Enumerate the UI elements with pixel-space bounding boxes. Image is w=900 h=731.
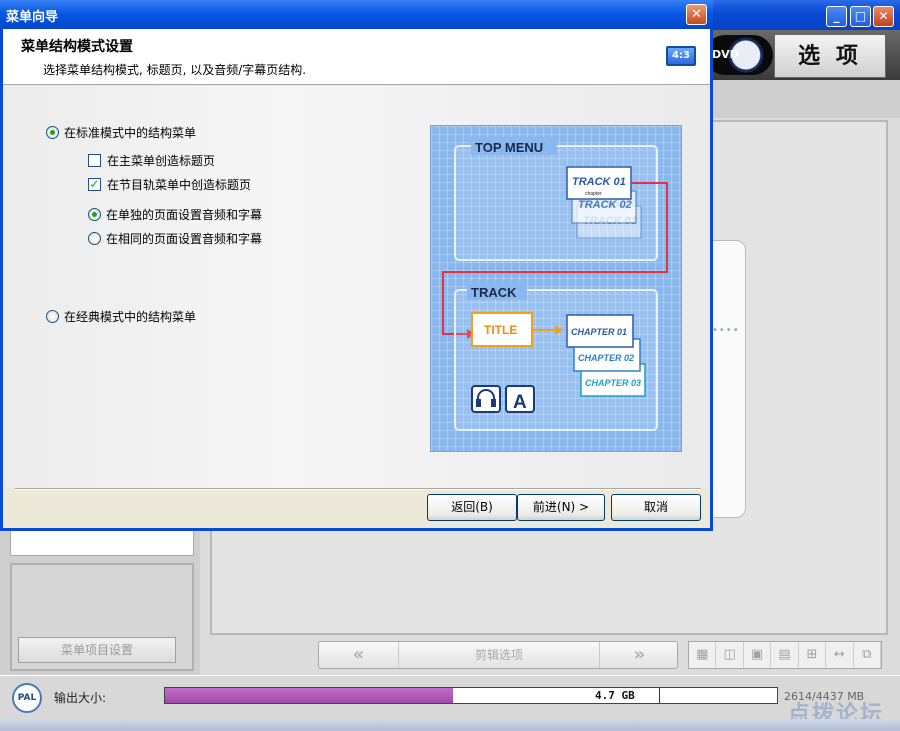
classic-mode-radio[interactable]: [46, 310, 59, 323]
create-title-main-checkbox[interactable]: [88, 154, 101, 167]
output-size-label: 输出大小:: [54, 691, 107, 705]
split-icon[interactable]: ◫: [716, 642, 744, 668]
stretch-icon[interactable]: ↔: [826, 642, 854, 668]
dialog-title: 菜单向导: [6, 10, 59, 25]
window-icon[interactable]: ⧉: [854, 642, 881, 668]
classic-mode-option[interactable]: 在经典模式中的结构菜单: [46, 308, 196, 325]
dialog-close-button[interactable]: ✕: [686, 4, 707, 25]
maximize-button[interactable]: □: [850, 6, 871, 27]
same-page-label: 在相同的页面设置音频和字幕: [106, 232, 263, 246]
standard-mode-radio[interactable]: [46, 126, 59, 139]
standard-mode-label: 在标准模式中的结构菜单: [64, 126, 197, 140]
top-menu-label: TOP MENU: [475, 140, 543, 155]
subtitle-icon: A: [505, 385, 535, 413]
fit-icon[interactable]: ▣: [744, 642, 772, 668]
svg-text:CHAPTER 02: CHAPTER 02: [578, 353, 634, 363]
minimize-button[interactable]: _: [826, 6, 847, 27]
svg-text:A: A: [513, 392, 527, 413]
dvd-label: DVD: [712, 48, 739, 61]
disc-capacity-label: 4.7 GB: [595, 689, 635, 702]
illustration-graphic: TOP MENU TRACK 03 TRACK 02 TRACK 01 chap…: [442, 137, 668, 431]
same-page-option[interactable]: 在相同的页面设置音频和字幕: [88, 230, 262, 247]
back-button[interactable]: 返回(B): [427, 494, 517, 521]
page-title: 菜单结构模式设置: [21, 39, 133, 55]
headphones-icon: [471, 385, 501, 413]
next-button[interactable]: 前进(N) >: [517, 494, 605, 521]
menu-wizard-dialog: 菜单向导 ✕ 菜单结构模式设置 选择菜单结构模式, 标题页, 以及音频/字幕页结…: [0, 0, 713, 531]
left-list-box[interactable]: [10, 528, 194, 556]
safe-area-icon[interactable]: ▤: [771, 642, 799, 668]
svg-text:CHAPTER 01: CHAPTER 01: [571, 327, 627, 337]
separate-page-option[interactable]: 在单独的页面设置音频和字幕: [88, 206, 262, 223]
create-title-track-checkbox[interactable]: ✓: [88, 178, 101, 191]
title-label: TITLE: [484, 323, 517, 337]
create-title-main-label: 在主菜单创造标题页: [107, 154, 216, 168]
edit-options-bar: « 剪辑选项 »: [318, 641, 678, 669]
grid-icon[interactable]: ▦: [689, 642, 717, 668]
layout-toolbar: ▦ ◫ ▣ ▤ ⊞ ↔ ⧉: [688, 641, 882, 669]
track-label: TRACK: [471, 285, 517, 300]
chapter-card-01: CHAPTER 01: [566, 314, 634, 348]
main-close-button[interactable]: ✕: [873, 6, 894, 27]
dialog-separator: [15, 488, 701, 490]
options-button[interactable]: 选 项: [774, 34, 886, 78]
menu-structure-illustration: TOP MENU TRACK 03 TRACK 02 TRACK 01 chap…: [430, 125, 682, 452]
cancel-button[interactable]: 取消: [611, 494, 701, 521]
pal-badge[interactable]: PAL: [12, 683, 42, 713]
dialog-header: 菜单结构模式设置 选择菜单结构模式, 标题页, 以及音频/字幕页结构. 4:3: [3, 29, 710, 85]
svg-text:TRACK 02: TRACK 02: [578, 199, 632, 211]
prev-arrow-icon[interactable]: «: [319, 642, 399, 668]
svg-text:chapter: chapter: [585, 191, 602, 197]
next-arrow-icon[interactable]: »: [599, 642, 679, 668]
cross-icon[interactable]: ⊞: [799, 642, 827, 668]
create-title-track-label: 在节目轨菜单中创造标题页: [107, 178, 252, 192]
edit-options-button[interactable]: 剪辑选项: [399, 642, 599, 668]
dialog-title-bar: 菜单向导 ✕: [0, 0, 713, 29]
capacity-bar-fill: [165, 688, 453, 703]
aspect-ratio-badge: 4:3: [666, 46, 696, 66]
taskbar-edge: [0, 719, 900, 731]
separate-page-radio[interactable]: [88, 208, 101, 221]
capacity-bar: 4.7 GB: [164, 687, 778, 704]
create-title-track-option[interactable]: ✓ 在节目轨菜单中创造标题页: [88, 176, 251, 193]
create-title-main-option[interactable]: 在主菜单创造标题页: [88, 152, 215, 169]
classic-mode-label: 在经典模式中的结构菜单: [64, 310, 197, 324]
track-card-01: TRACK 01 chapter: [566, 166, 632, 200]
separate-page-label: 在单独的页面设置音频和字幕: [106, 208, 263, 222]
same-page-radio[interactable]: [88, 232, 101, 245]
svg-text:TRACK 01: TRACK 01: [572, 176, 626, 188]
standard-mode-option[interactable]: 在标准模式中的结构菜单: [46, 124, 196, 141]
more-dots-icon: ••••: [712, 325, 740, 336]
capacity-marker: [659, 688, 660, 703]
page-subtitle: 选择菜单结构模式, 标题页, 以及音频/字幕页结构.: [43, 63, 307, 77]
menu-item-settings-button[interactable]: 菜单项目设置: [18, 637, 176, 663]
svg-text:CHAPTER 03: CHAPTER 03: [585, 378, 641, 388]
